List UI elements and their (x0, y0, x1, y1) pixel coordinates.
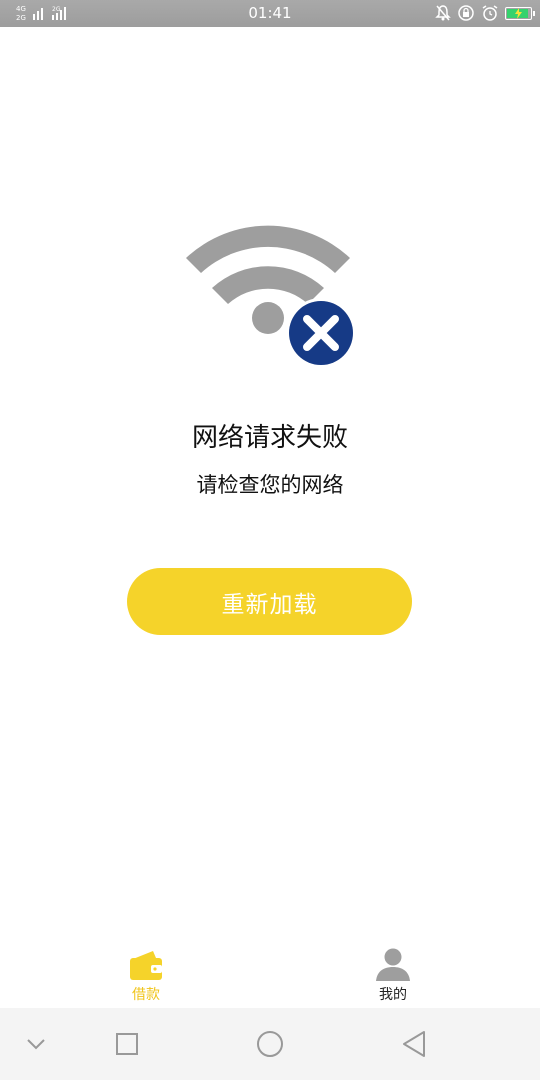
square-icon[interactable] (109, 1026, 145, 1062)
chevron-down-icon[interactable] (18, 1026, 54, 1062)
bell-muted-icon (435, 5, 451, 21)
tab-mine-label: 我的 (379, 987, 407, 1003)
bottom-tab-bar: 借款 我的 (0, 940, 540, 1008)
status-bar: 4G 2G 2G 01:41 (0, 0, 540, 27)
wifi-error-icon (186, 225, 356, 368)
error-subtitle: 请检查您的网络 (196, 473, 344, 497)
user-icon (376, 948, 410, 981)
alarm-icon (482, 5, 498, 21)
system-nav-bar (0, 1008, 540, 1080)
triangle-back-icon[interactable] (396, 1026, 432, 1062)
circle-icon[interactable] (252, 1026, 288, 1062)
tab-loan-label: 借款 (132, 987, 160, 1003)
reload-button[interactable]: 重新加载 (127, 568, 412, 635)
battery-charging-icon (505, 6, 535, 20)
rotation-lock-icon (458, 5, 474, 21)
tab-mine[interactable]: 我的 (333, 940, 453, 1008)
wallet-icon (130, 951, 162, 980)
tab-loan[interactable]: 借款 (86, 940, 206, 1008)
error-title: 网络请求失败 (191, 423, 348, 453)
status-icons (435, 3, 535, 23)
